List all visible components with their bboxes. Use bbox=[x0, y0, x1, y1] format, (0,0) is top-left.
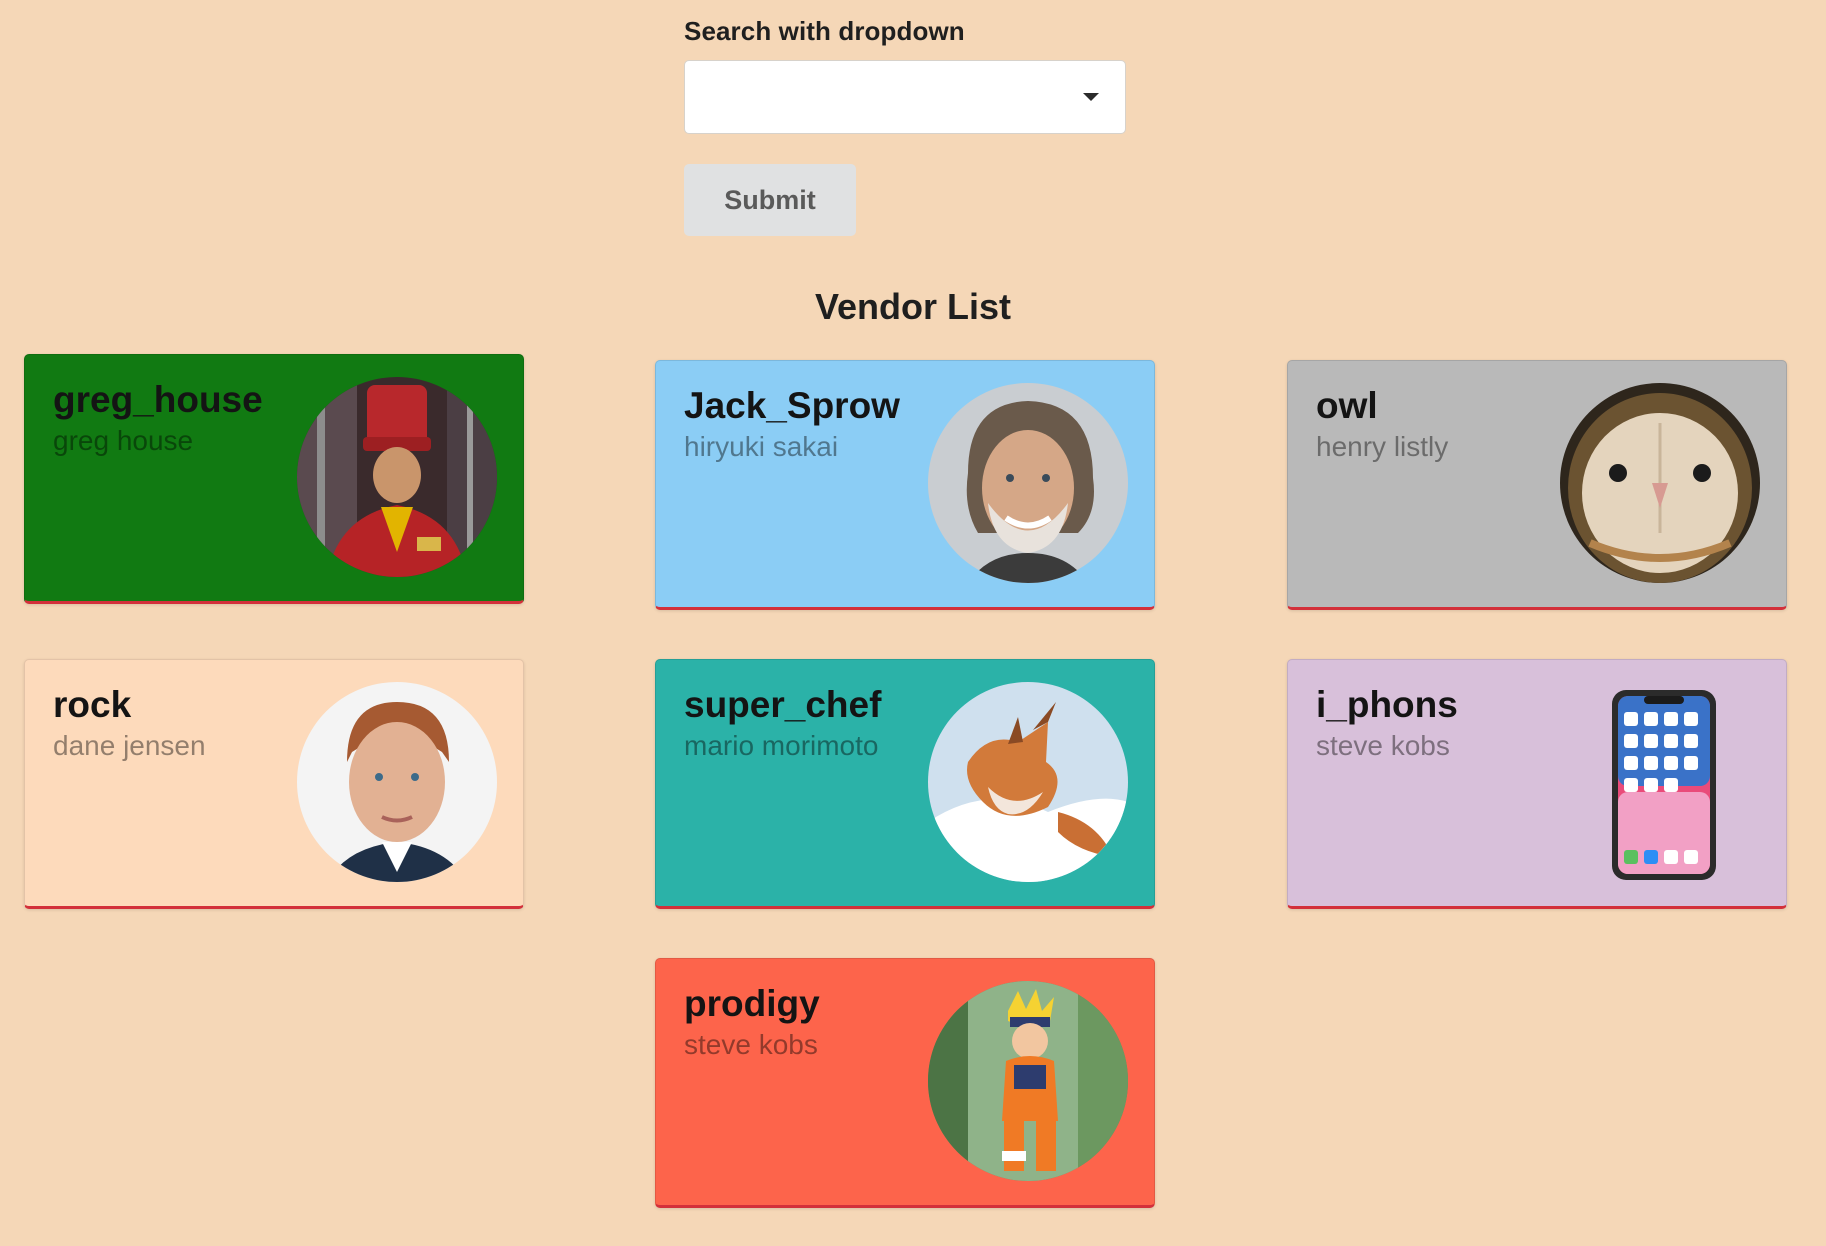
vendor-name: steve kobs bbox=[1316, 730, 1450, 761]
vendor-card-rock[interactable]: rock dane jensen bbox=[24, 659, 524, 909]
search-label: Search with dropdown bbox=[684, 16, 965, 46]
vendor-username: owl bbox=[1316, 385, 1378, 426]
man-avatar-image bbox=[297, 682, 497, 882]
man-avatar-image bbox=[928, 383, 1128, 583]
vendor-name: mario morimoto bbox=[684, 730, 879, 761]
chef-avatar-image bbox=[297, 377, 497, 577]
vendor-card-owl[interactable]: owl henry listly bbox=[1287, 360, 1787, 610]
vendor-username: prodigy bbox=[684, 983, 820, 1024]
vendor-username: Jack_Sprow bbox=[684, 385, 900, 426]
vendor-username: greg_house bbox=[53, 379, 263, 420]
fox-avatar-image bbox=[928, 682, 1128, 882]
caret-down-icon bbox=[1083, 93, 1099, 101]
vendor-username: super_chef bbox=[684, 684, 882, 725]
vendor-name: hiryuki sakai bbox=[684, 431, 839, 462]
vendor-name: greg house bbox=[53, 425, 194, 456]
search-dropdown[interactable] bbox=[684, 60, 1126, 134]
vendor-card-jack-sprow[interactable]: Jack_Sprow hiryuki sakai bbox=[655, 360, 1155, 610]
vendor-username: i_phons bbox=[1316, 684, 1458, 725]
vendor-username: rock bbox=[53, 684, 132, 725]
ninja-avatar-image bbox=[928, 981, 1128, 1181]
smartphone-image bbox=[1560, 682, 1760, 882]
submit-button[interactable]: Submit bbox=[684, 164, 856, 236]
vendor-name: henry listly bbox=[1316, 431, 1449, 462]
vendor-card-i-phons[interactable]: i_phons steve kobs bbox=[1287, 659, 1787, 909]
vendor-name: dane jensen bbox=[53, 730, 206, 761]
vendor-card-prodigy[interactable]: prodigy steve kobs bbox=[655, 958, 1155, 1208]
vendor-card-super-chef[interactable]: super_chef mario morimoto bbox=[655, 659, 1155, 909]
vendor-name: steve kobs bbox=[684, 1029, 818, 1060]
vendor-list-title: Vendor List bbox=[814, 286, 1012, 327]
owl-avatar-image bbox=[1560, 383, 1760, 583]
vendor-card-greg-house[interactable]: greg_house greg house bbox=[24, 354, 524, 604]
